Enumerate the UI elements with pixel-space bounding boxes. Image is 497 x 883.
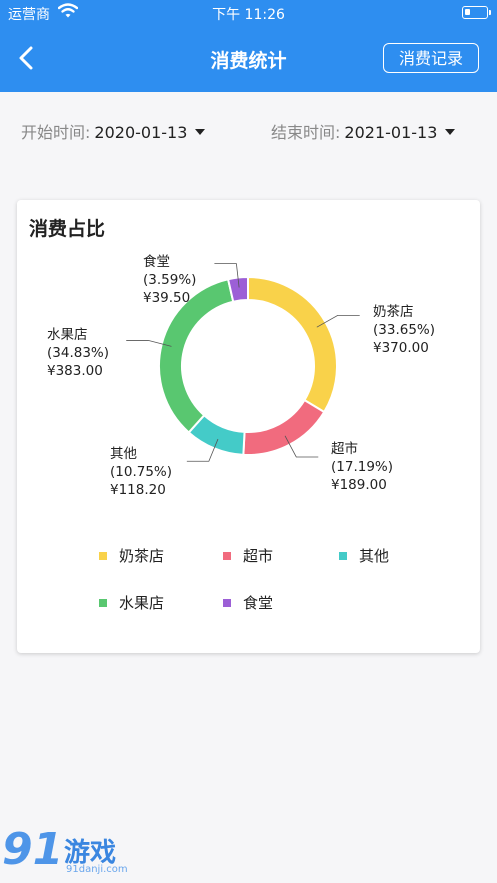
slice-label-name-1: 超市: [331, 440, 358, 457]
start-date-label: 开始时间:: [21, 123, 91, 142]
donut-slice-0: [247, 275, 338, 414]
legend-swatch: [99, 599, 107, 607]
status-bar: 运营商 下午 11:26: [0, 0, 497, 26]
slice-label-amount-label-4: ¥39.50: [143, 290, 190, 306]
watermark-number: 91: [2, 824, 64, 875]
slice-label-amount-label-1: ¥189.00: [331, 477, 387, 493]
start-date-value: 2020-01-13: [94, 123, 188, 142]
legend-swatch: [99, 552, 107, 560]
donut-slice-1: [242, 398, 326, 456]
legend-label: 其他: [359, 547, 390, 565]
slice-label-percent-label-1: (17.19%): [331, 459, 393, 475]
app-header: 运营商 下午 11:26 消费统计 消费记录: [0, 0, 497, 92]
end-date-label: 结束时间:: [271, 123, 341, 142]
legend-swatch: [223, 552, 231, 560]
battery-level: [465, 9, 470, 15]
slice-label-amount-label-2: ¥118.20: [110, 482, 166, 498]
slice-label-name-2: 其他: [110, 446, 137, 462]
end-date-picker[interactable]: 结束时间: 2021-01-13: [271, 122, 456, 144]
start-date-picker[interactable]: 开始时间: 2020-01-13: [21, 122, 206, 144]
slice-label-name-0: 奶茶店: [373, 304, 414, 320]
legend-label: 奶茶店: [119, 547, 165, 565]
legend-swatch: [339, 552, 347, 560]
legend-label: 水果店: [119, 594, 165, 612]
end-date-dropdown-icon: [445, 128, 456, 135]
battery-icon: [462, 6, 488, 19]
slice-label-percent-label-2: (10.75%): [110, 464, 172, 480]
slice-label-name-4: 食堂: [143, 253, 170, 270]
legend-label: 超市: [243, 547, 274, 565]
battery-tip: [489, 10, 491, 15]
consumption-donut-chart: 奶茶店 (33.65%) ¥370.00 超市 (17.19%) ¥189.00 其他 (10…: [47, 253, 435, 498]
slice-label-amount-label-0: ¥370.00: [373, 340, 429, 356]
slice-label-name-3: 水果店: [47, 327, 88, 343]
legend-swatch: [223, 599, 231, 607]
slice-label-percent-label-3: (34.83%): [47, 345, 109, 361]
slice-label-percent-label-0: (33.65%): [373, 322, 435, 338]
consumption-share-card: 消费占比 奶茶店 (33.65%) ¥370.00 超市 (17.19%) ¥189.00…: [17, 200, 480, 653]
status-time: 下午 11:26: [212, 7, 285, 23]
slice-label-amount-label-3: ¥383.00: [47, 363, 103, 379]
site-watermark: 91 游戏 91danji.com: [0, 824, 140, 880]
end-date-value: 2021-01-13: [344, 123, 438, 142]
legend-label: 食堂: [243, 594, 274, 612]
watermark-url: 91danji.com: [66, 864, 128, 875]
slice-label-percent-label-4: (3.59%): [143, 272, 196, 288]
start-date-dropdown-icon: [195, 128, 206, 135]
consumption-records-button[interactable]: 消费记录: [383, 43, 479, 73]
